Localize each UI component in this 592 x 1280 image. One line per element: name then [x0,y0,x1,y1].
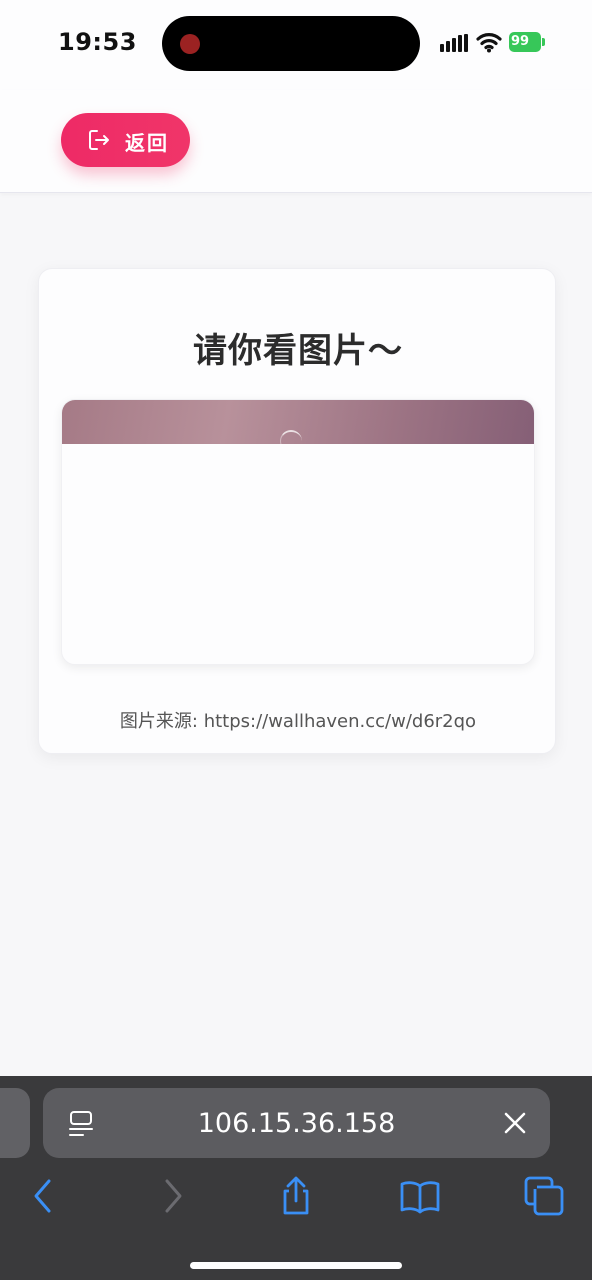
image-card: 请你看图片～ 图片来源: https://wallhaven.cc/w/d6r2… [38,268,556,754]
wifi-icon [476,33,502,53]
screen: 19:53 99 返回 请你看图片～ 图片来源: https://wallhav… [0,0,592,1280]
back-button-label: 返回 [125,131,169,155]
page-title: 请你看图片～ [193,331,403,371]
forward-icon[interactable] [152,1176,192,1216]
status-time: 19:53 [58,28,137,56]
address-bar[interactable]: 106.15.36.158 [43,1088,550,1158]
browser-toolbar: 106.15.36.158 [0,1076,592,1280]
dynamic-island [162,16,420,71]
moon-graphic [280,430,302,452]
wallpaper-image[interactable] [61,399,535,665]
image-source-text: 图片来源: https://wallhaven.cc/w/d6r2qo [119,711,477,732]
battery-level: 99 [511,34,530,49]
home-indicator[interactable] [190,1262,402,1269]
close-icon[interactable] [503,1111,527,1135]
back-button[interactable]: 返回 [61,113,190,167]
previous-tab-preview[interactable] [0,1088,30,1158]
back-icon[interactable] [24,1176,64,1216]
share-icon[interactable] [276,1176,316,1216]
recording-indicator-icon [180,34,200,54]
tabs-icon[interactable] [524,1176,564,1216]
logout-icon [89,130,109,150]
cellular-signal-icon [440,34,468,52]
image-loaded-strip [62,400,534,452]
url-text: 106.15.36.158 [197,1108,396,1139]
status-bar: 19:53 99 [0,0,592,90]
app-header: 返回 [0,90,592,193]
battery-icon: 99 [509,32,545,52]
bookmarks-icon[interactable] [400,1176,440,1216]
